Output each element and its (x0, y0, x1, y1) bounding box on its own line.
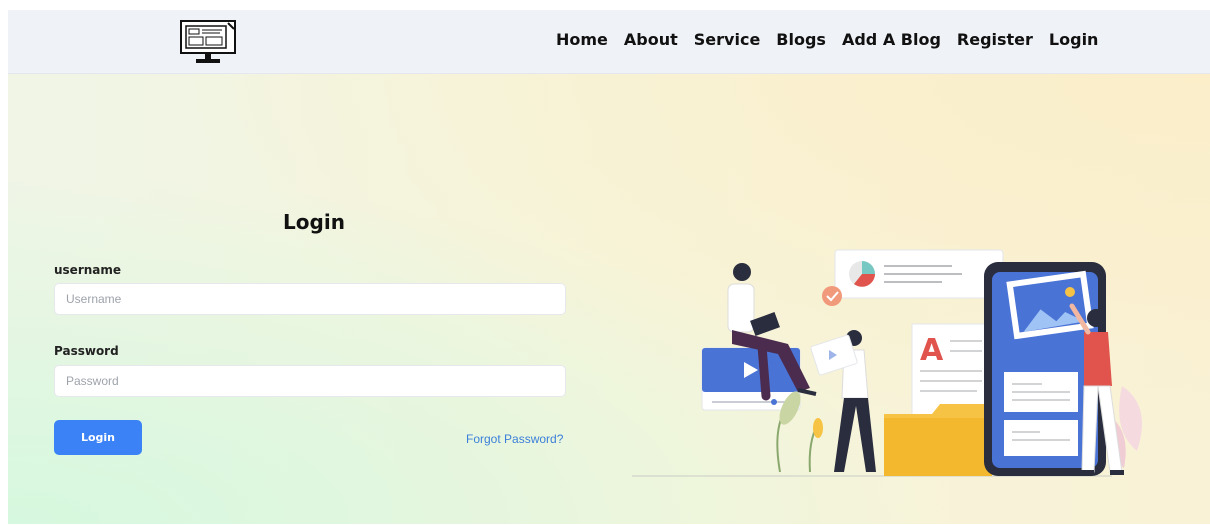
password-label: Password (54, 344, 119, 358)
username-label: username (54, 263, 122, 277)
nav-service[interactable]: Service (694, 30, 761, 49)
page-frame: Home About Service Blogs Add A Blog Regi… (8, 10, 1210, 524)
doc-letter: A (920, 333, 944, 368)
nav-login[interactable]: Login (1049, 30, 1099, 49)
nav-links: Home About Service Blogs Add A Blog Regi… (556, 30, 1098, 49)
page-title: Login (283, 210, 345, 234)
nav-blogs[interactable]: Blogs (776, 30, 826, 49)
navbar: Home About Service Blogs Add A Blog Regi… (8, 10, 1210, 74)
nav-add-blog[interactable]: Add A Blog (842, 30, 941, 49)
nav-home[interactable]: Home (556, 30, 608, 49)
monitor-icon[interactable] (180, 20, 236, 64)
nav-about[interactable]: About (624, 30, 678, 49)
nav-register[interactable]: Register (957, 30, 1033, 49)
forgot-password-link[interactable]: Forgot Password? (466, 432, 563, 446)
login-button[interactable]: Login (54, 420, 142, 455)
password-input[interactable] (54, 365, 566, 397)
team-content-illustration: A (632, 249, 1142, 477)
username-input[interactable] (54, 283, 566, 315)
